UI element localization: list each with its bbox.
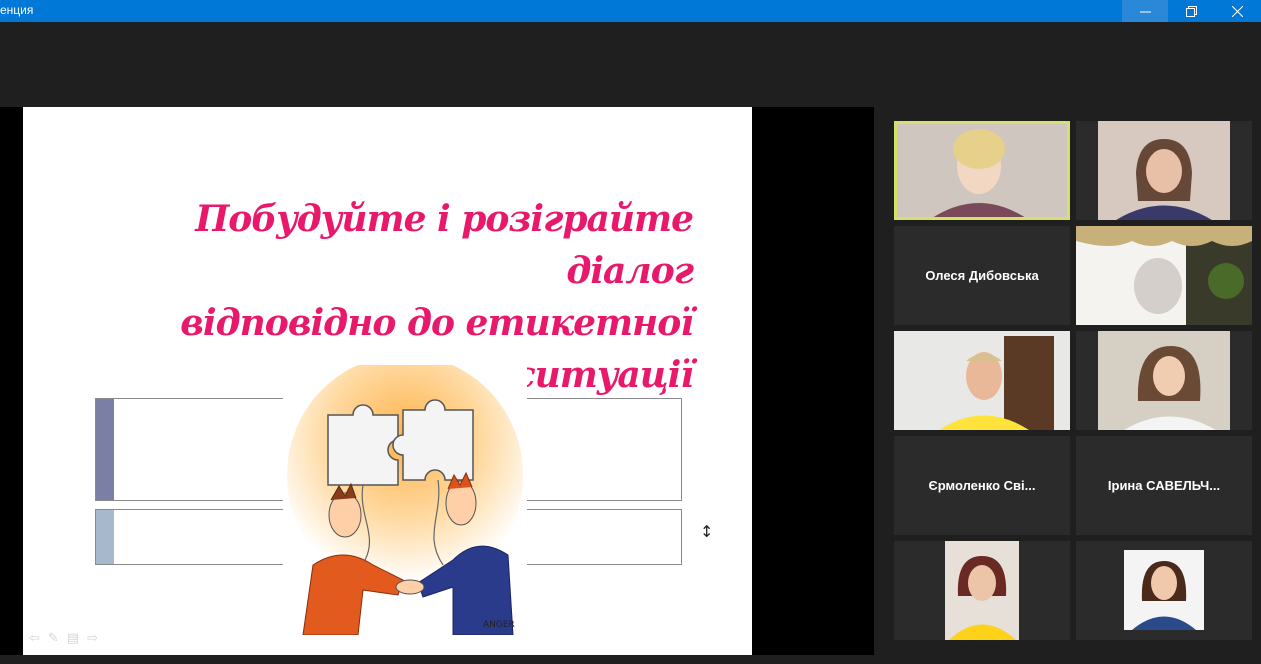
slides-icon[interactable]: ▤ <box>67 631 79 646</box>
presentation-slide[interactable]: Побудуйте і розіграйте діалог відповідно… <box>23 107 752 655</box>
slide-title-line: Побудуйте і розіграйте діалог <box>195 198 694 292</box>
participant-tile[interactable] <box>1076 226 1252 325</box>
restore-icon <box>1185 5 1197 17</box>
participant-tile[interactable]: Єрмоленко Сві... <box>894 436 1070 535</box>
resize-cursor-icon: ↕ <box>700 522 714 541</box>
participant-tile[interactable] <box>1076 331 1252 430</box>
participant-name: Олеся Дибовська <box>925 268 1039 283</box>
participant-tile[interactable] <box>894 121 1070 220</box>
slide-title-line: відповідно до етикетної <box>180 302 694 344</box>
cartoon-signature: ANGER <box>483 620 515 630</box>
participant-tile[interactable]: Ірина САВЕЛЬЧ... <box>1076 436 1252 535</box>
window-title: енция <box>0 3 34 17</box>
participant-tile[interactable] <box>1076 121 1252 220</box>
puzzle-handshake-cartoon: ANGER <box>283 365 527 635</box>
participant-name <box>1076 541 1252 640</box>
participant-tile[interactable] <box>894 331 1070 430</box>
participant-tile[interactable] <box>1076 541 1252 640</box>
close-icon <box>1231 5 1243 17</box>
pen-icon[interactable]: ✎ <box>48 631 59 646</box>
participant-name <box>894 541 1070 640</box>
participant-name <box>1076 121 1252 220</box>
restore-button[interactable] <box>1168 0 1214 22</box>
minimize-button[interactable] <box>1122 0 1168 22</box>
slide-nav-controls: ⇦ ✎ ▤ ⇨ <box>29 631 98 646</box>
participant-name <box>1076 331 1252 430</box>
participant-tile[interactable] <box>894 541 1070 640</box>
participant-tile[interactable]: Олеся Дибовська <box>894 226 1070 325</box>
prev-icon[interactable]: ⇦ <box>29 631 40 646</box>
close-button[interactable] <box>1214 0 1260 22</box>
next-icon[interactable]: ⇨ <box>87 631 98 646</box>
participant-name <box>894 331 1070 430</box>
minimize-icon <box>1139 11 1151 12</box>
participant-name: Ірина САВЕЛЬЧ... <box>1107 478 1221 493</box>
participant-name <box>1076 226 1252 325</box>
window-titlebar: енция <box>0 0 1261 22</box>
participant-name <box>894 121 1070 220</box>
meeting-toolbar-area <box>0 22 1261 106</box>
participant-name: Єрмоленко Сві... <box>928 478 1036 493</box>
